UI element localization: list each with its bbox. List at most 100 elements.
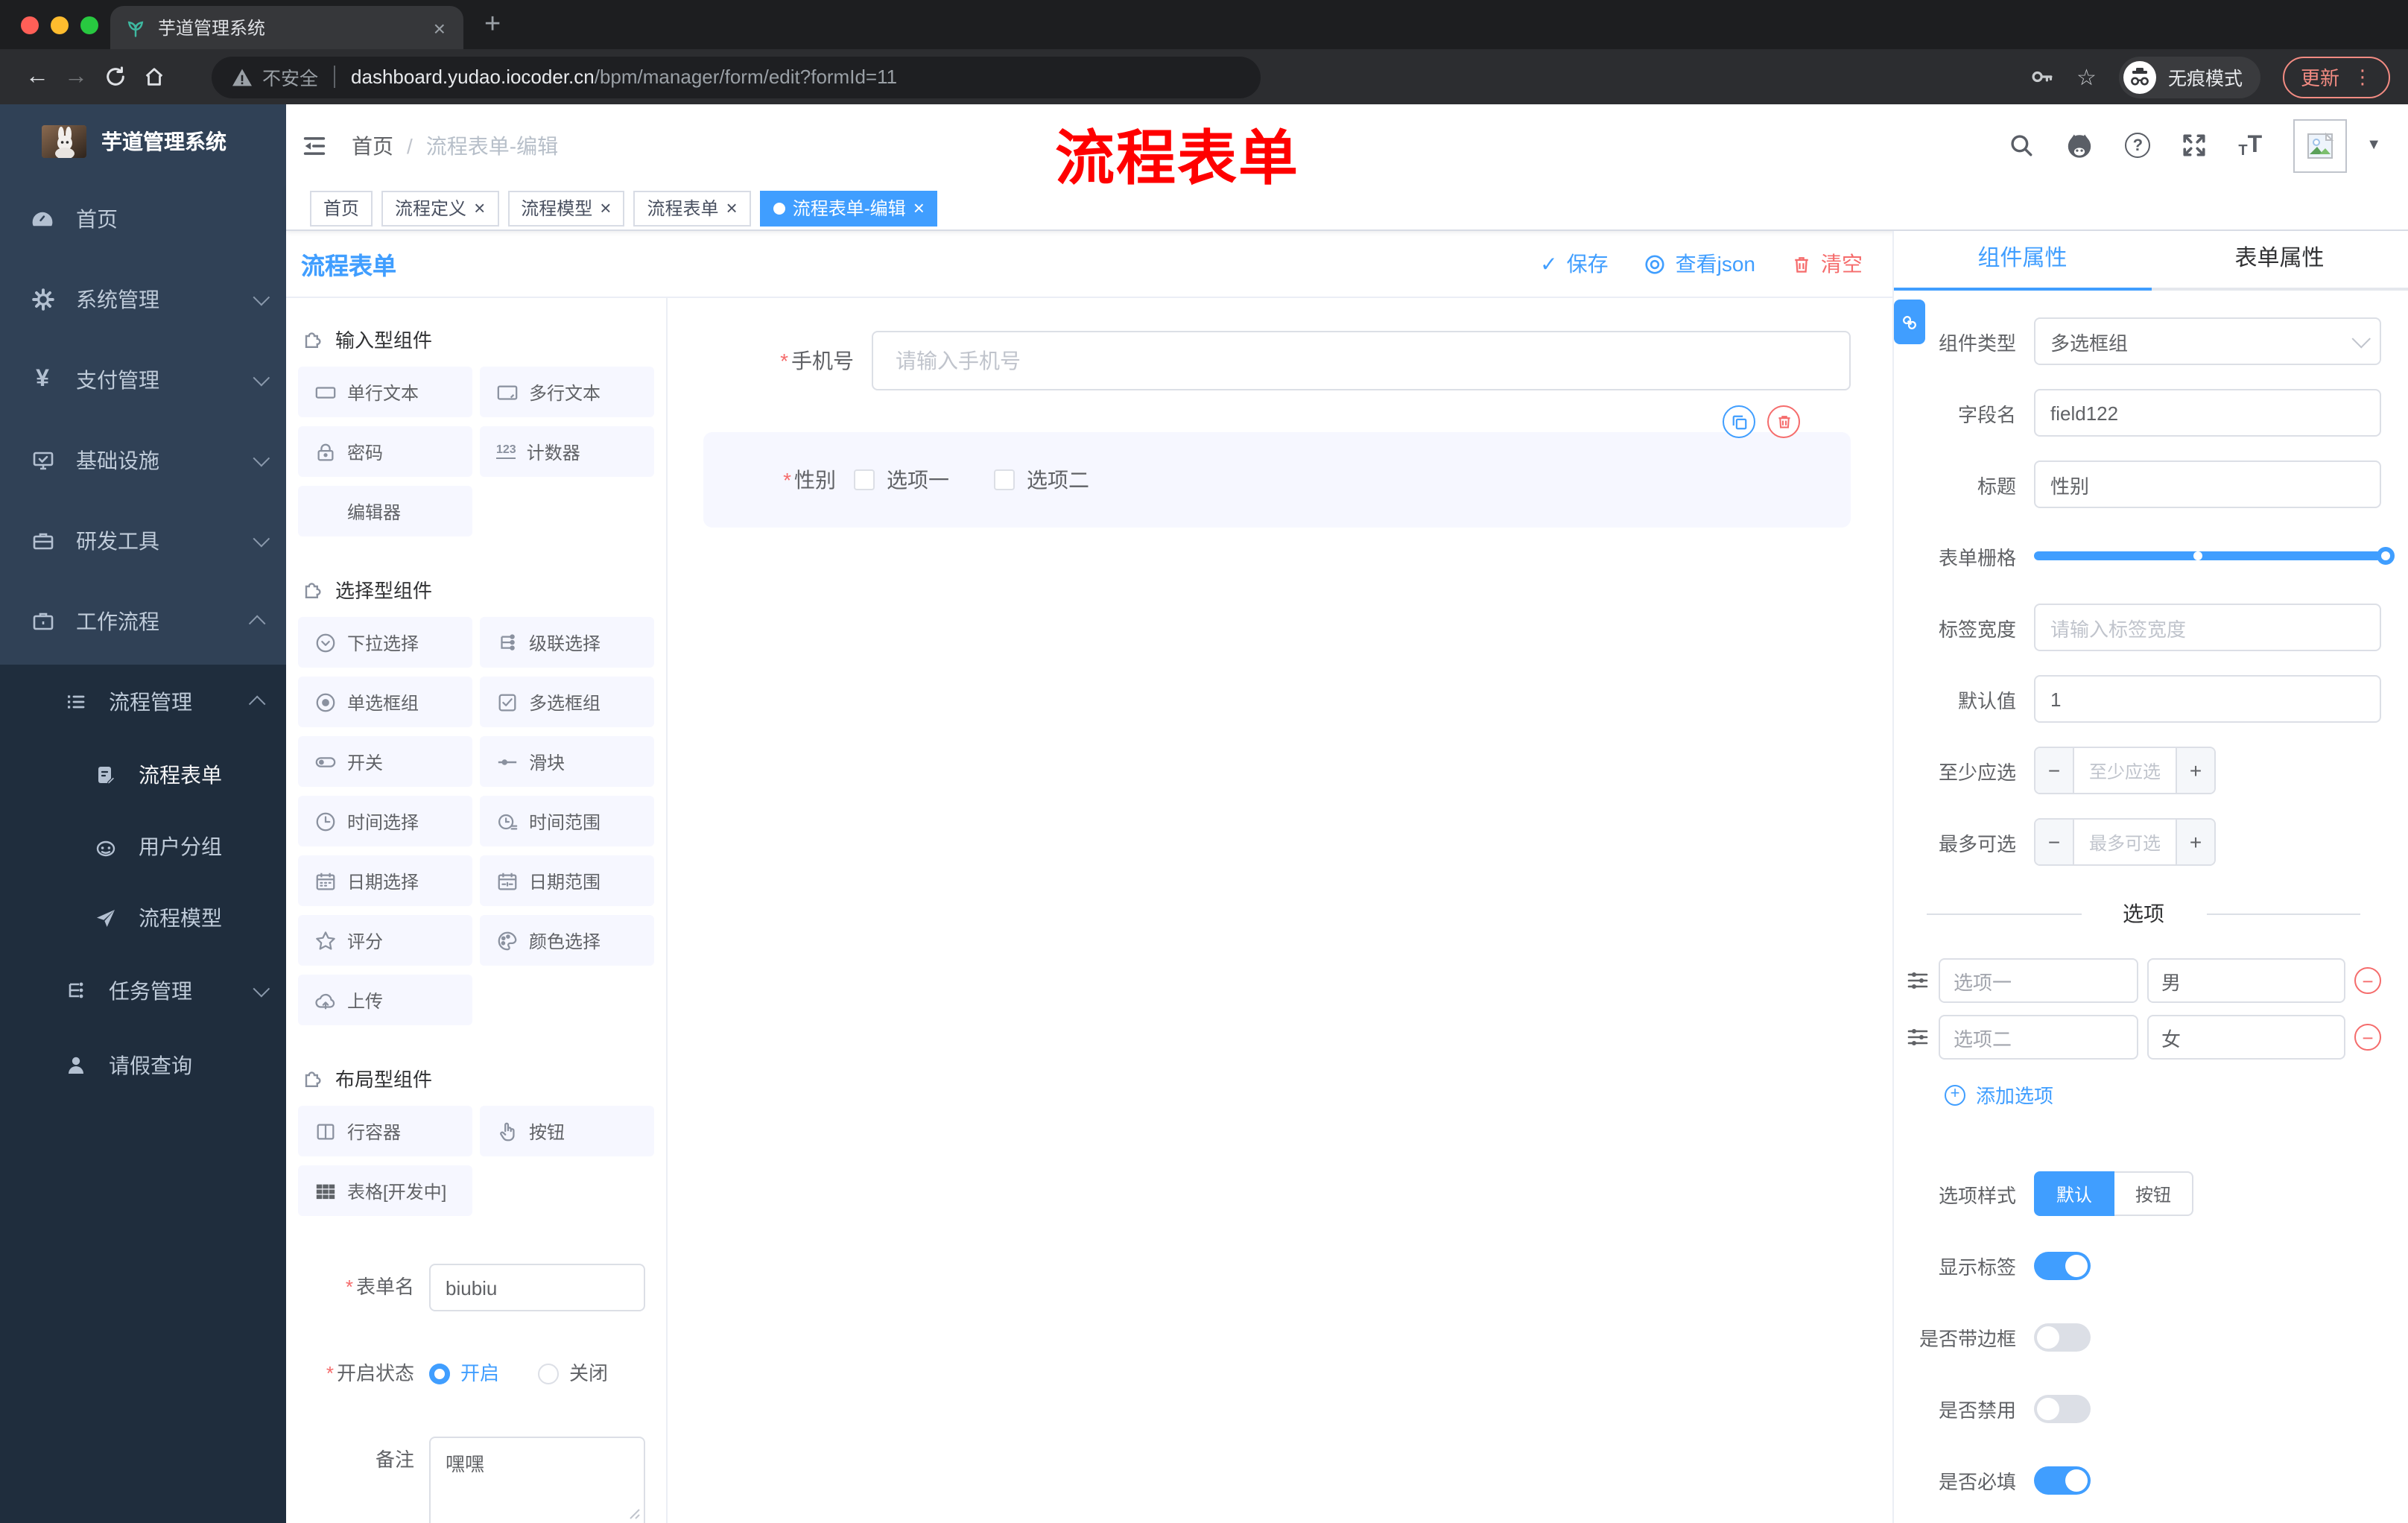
min-select-stepper[interactable]: − 至少应选 + — [2034, 747, 2216, 794]
style-default-button[interactable]: 默认 — [2034, 1171, 2115, 1216]
update-button[interactable]: 更新 ⋮ — [2282, 56, 2390, 98]
url-path[interactable]: /bpm/manager/form/edit?formId=11 — [595, 66, 897, 88]
sidebar-item-process-mgmt[interactable]: 流程管理 — [0, 665, 286, 739]
tag-process-form-edit[interactable]: 流程表单-编辑 × — [759, 190, 938, 226]
browser-tab[interactable]: 芋道管理系统 × — [110, 6, 463, 49]
add-option-button[interactable]: + 添加选项 — [1945, 1080, 2381, 1109]
sidebar-item-process-form[interactable]: 流程表单 — [0, 739, 286, 811]
slider-track[interactable] — [2034, 547, 2395, 565]
palette-item-date-picker[interactable]: 日期选择 — [298, 855, 472, 906]
maximize-window-button[interactable] — [80, 16, 98, 34]
copy-component-button[interactable] — [1723, 405, 1755, 438]
default-value-input[interactable]: 1 — [2034, 675, 2381, 723]
breadcrumb-home[interactable]: 首页 — [352, 130, 393, 160]
required-toggle[interactable] — [2034, 1466, 2091, 1495]
drag-handle-icon[interactable] — [1906, 969, 1930, 992]
sidebar-item-user-group[interactable]: 用户分组 — [0, 811, 286, 882]
show-label-toggle[interactable] — [2034, 1252, 2091, 1280]
max-select-value[interactable]: 最多可选 — [2074, 820, 2176, 864]
palette-item-time-range[interactable]: 时间范围 — [480, 796, 654, 846]
palette-item-radio-group[interactable]: 单选框组 — [298, 677, 472, 727]
form-canvas[interactable]: * 手机号 请输入手机号 * 性别 选项一 选项二 — [668, 298, 1892, 1523]
caret-down-icon[interactable]: ▼ — [2366, 137, 2381, 153]
max-select-stepper[interactable]: − 最多可选 + — [2034, 818, 2216, 866]
minus-button[interactable]: − — [2035, 748, 2074, 793]
avatar[interactable] — [2293, 118, 2348, 172]
sidebar-item-payment[interactable]: ¥ 支付管理 — [0, 340, 286, 420]
github-icon[interactable] — [2065, 131, 2094, 159]
palette-item-password[interactable]: 密码 — [298, 426, 472, 477]
checkbox-icon[interactable] — [854, 469, 875, 490]
canvas-field-gender-selected[interactable]: * 性别 选项一 选项二 — [703, 405, 1851, 528]
search-icon[interactable] — [2009, 133, 2034, 158]
browser-menu-icon[interactable]: ⋮ — [2353, 65, 2372, 89]
option-label-input[interactable]: 选项二 — [1939, 1015, 2138, 1060]
close-icon[interactable]: × — [600, 198, 611, 218]
fullscreen-icon[interactable] — [2182, 133, 2207, 158]
back-icon[interactable]: ← — [18, 63, 57, 90]
palette-item-table[interactable]: 表格[开发中] — [298, 1165, 472, 1216]
sidebar-item-devtools[interactable]: 研发工具 — [0, 501, 286, 581]
tab-form-props[interactable]: 表单属性 — [2151, 231, 2408, 288]
close-icon[interactable]: × — [913, 198, 925, 218]
tag-process-definition[interactable]: 流程定义 × — [381, 190, 499, 226]
comp-type-select[interactable]: 多选框组 — [2034, 317, 2381, 365]
palette-item-slider[interactable]: 滑块 — [480, 736, 654, 787]
sidebar-item-infra[interactable]: 基础设施 — [0, 420, 286, 501]
form-remark-textarea[interactable]: 嘿嘿 — [429, 1437, 645, 1523]
palette-item-cascader[interactable]: 级联选择 — [480, 617, 654, 668]
reload-icon[interactable] — [95, 63, 134, 90]
resize-handle-icon[interactable] — [629, 1502, 641, 1523]
palette-item-textarea[interactable]: 多行文本 — [480, 367, 654, 417]
window-controls[interactable] — [0, 0, 110, 49]
forward-icon[interactable]: → — [57, 63, 95, 90]
help-icon[interactable]: ? — [2125, 133, 2151, 158]
update-label[interactable]: 更新 — [2301, 63, 2339, 91]
palette-item-time-picker[interactable]: 时间选择 — [298, 796, 472, 846]
close-window-button[interactable] — [21, 16, 39, 34]
option-value-input[interactable]: 女 — [2146, 1015, 2345, 1060]
remove-option-button[interactable]: − — [2354, 967, 2381, 994]
sidebar-item-system[interactable]: 系统管理 — [0, 259, 286, 340]
sidebar-item-home[interactable]: 首页 — [0, 179, 286, 259]
clear-button[interactable]: 清空 — [1791, 249, 1863, 279]
sidebar-item-task-mgmt[interactable]: 任务管理 — [0, 954, 286, 1028]
close-icon[interactable]: × — [726, 198, 738, 218]
palette-item-checkbox-group[interactable]: 多选框组 — [480, 677, 654, 727]
grid-slider[interactable] — [2034, 532, 2395, 580]
tab-close-icon[interactable]: × — [431, 16, 449, 39]
palette-item-color-picker[interactable]: 颜色选择 — [480, 915, 654, 966]
tag-process-model[interactable]: 流程模型 × — [507, 190, 625, 226]
tag-home[interactable]: 首页 — [310, 190, 373, 226]
app-logo[interactable]: 芋道管理系统 — [0, 104, 286, 179]
remove-option-button[interactable]: − — [2354, 1024, 2381, 1051]
tab-component-props[interactable]: 组件属性 — [1894, 231, 2151, 288]
field-name-input[interactable]: field122 — [2034, 389, 2381, 437]
save-button[interactable]: ✓ 保存 — [1540, 249, 1608, 279]
checkbox-icon[interactable] — [994, 469, 1015, 490]
gender-option-2[interactable]: 选项二 — [994, 465, 1089, 495]
home-icon[interactable] — [134, 63, 173, 90]
palette-item-button[interactable]: 按钮 — [480, 1106, 654, 1156]
minus-button[interactable]: − — [2035, 820, 2074, 864]
border-toggle[interactable] — [2034, 1323, 2091, 1352]
palette-item-rate[interactable]: 评分 — [298, 915, 472, 966]
palette-item-counter[interactable]: 123 计数器 — [480, 426, 654, 477]
sidebar-item-process-model[interactable]: 流程模型 — [0, 882, 286, 954]
status-off-radio[interactable]: 关闭 — [538, 1350, 608, 1398]
view-json-button[interactable]: 查看json — [1644, 249, 1755, 279]
sidebar-item-workflow[interactable]: 工作流程 — [0, 581, 286, 662]
palette-item-date-range[interactable]: 日期范围 — [480, 855, 654, 906]
sidebar-item-leave-query[interactable]: 请假查询 — [0, 1028, 286, 1103]
option-value-input[interactable]: 男 — [2146, 958, 2345, 1003]
style-button-button[interactable]: 按钮 — [2114, 1171, 2194, 1216]
minimize-window-button[interactable] — [51, 16, 69, 34]
delete-component-button[interactable] — [1767, 405, 1800, 438]
plus-button[interactable]: + — [2176, 820, 2214, 864]
url-host[interactable]: dashboard.yudao.iocoder.cn — [351, 66, 595, 88]
palette-item-upload[interactable]: 上传 — [298, 975, 472, 1025]
bookmark-star-icon[interactable]: ☆ — [2076, 63, 2097, 90]
phone-input[interactable]: 请输入手机号 — [872, 331, 1851, 390]
palette-item-single-text[interactable]: 单行文本 — [298, 367, 472, 417]
palette-item-select[interactable]: 下拉选择 — [298, 617, 472, 668]
